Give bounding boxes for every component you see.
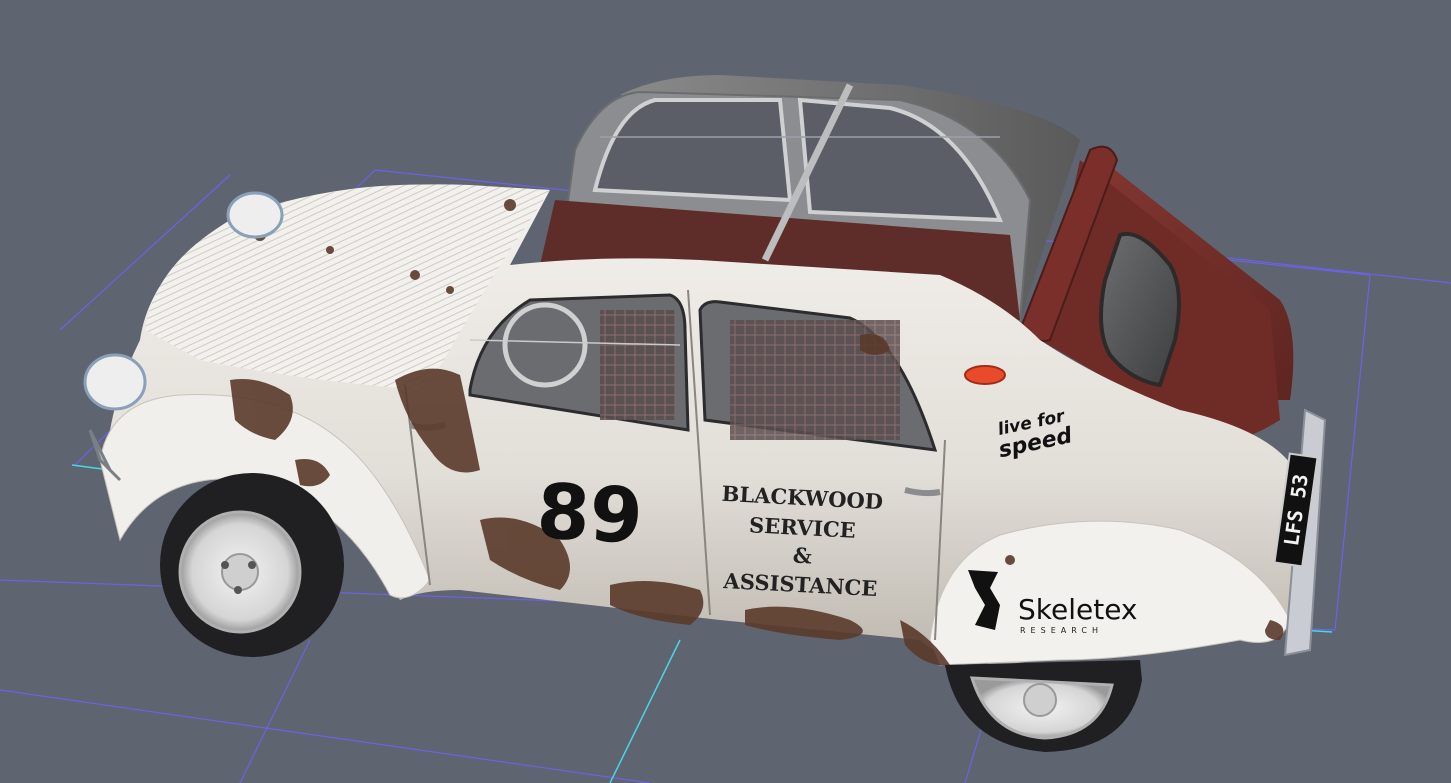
door-text-line3: & [792, 543, 812, 569]
skeletex-name: Skeletex [1018, 593, 1138, 626]
car-model[interactable]: LFS 53 89 BLACKWOOD SERVICE & ASSISTANCE… [83, 75, 1327, 752]
side-marker-light [964, 365, 1006, 385]
skeletex-tagline: RESEARCH [1020, 626, 1103, 635]
rear-wheel [945, 660, 1142, 752]
race-number: 89 [535, 466, 645, 560]
headlight-right [83, 353, 147, 411]
front-wheel [160, 473, 344, 657]
headlight-left [226, 191, 284, 239]
scene-svg: LFS 53 89 BLACKWOOD SERVICE & ASSISTANCE… [0, 75, 1451, 783]
3d-viewport[interactable]: LFS 53 89 BLACKWOOD SERVICE & ASSISTANCE… [0, 0, 1451, 783]
